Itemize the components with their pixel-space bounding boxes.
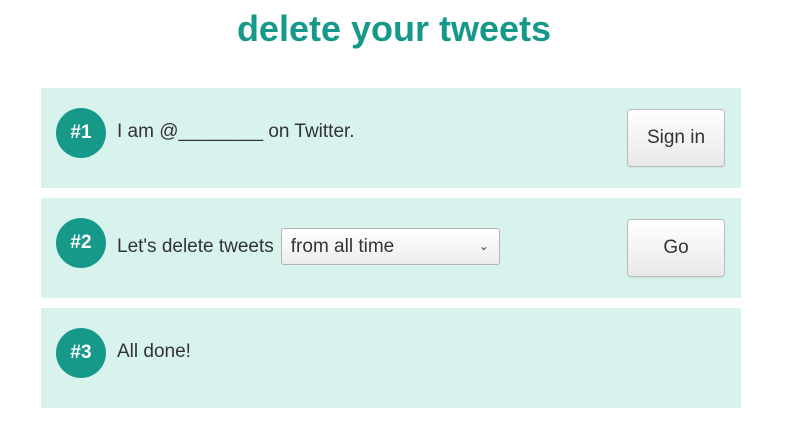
step-2-badge: #2 [56, 218, 106, 268]
step-1-badge: #1 [56, 108, 106, 158]
time-range-selected-value: from all time [290, 236, 395, 257]
step-2-row: Let's delete tweets from all time ⌄ [117, 228, 500, 265]
sign-in-button[interactable]: Sign in [627, 109, 725, 167]
step-2-text: Let's delete tweets [117, 235, 274, 257]
step-1-text: I am @________ on Twitter. [117, 121, 355, 142]
page-title: delete your tweets [236, 8, 552, 49]
chevron-down-icon: ⌄ [478, 239, 489, 253]
time-range-select[interactable]: from all time ⌄ [280, 228, 500, 265]
step-3-panel: #3 All done! [41, 308, 741, 408]
page: delete your tweets #1 I am @________ on … [0, 0, 788, 425]
go-button[interactable]: Go [627, 219, 725, 277]
step-3-text: All done! [117, 341, 191, 362]
step-3-badge: #3 [56, 328, 106, 378]
step-1-panel: #1 I am @________ on Twitter. Sign in [41, 88, 741, 188]
step-2-panel: #2 Let's delete tweets from all time ⌄ G… [41, 198, 741, 298]
